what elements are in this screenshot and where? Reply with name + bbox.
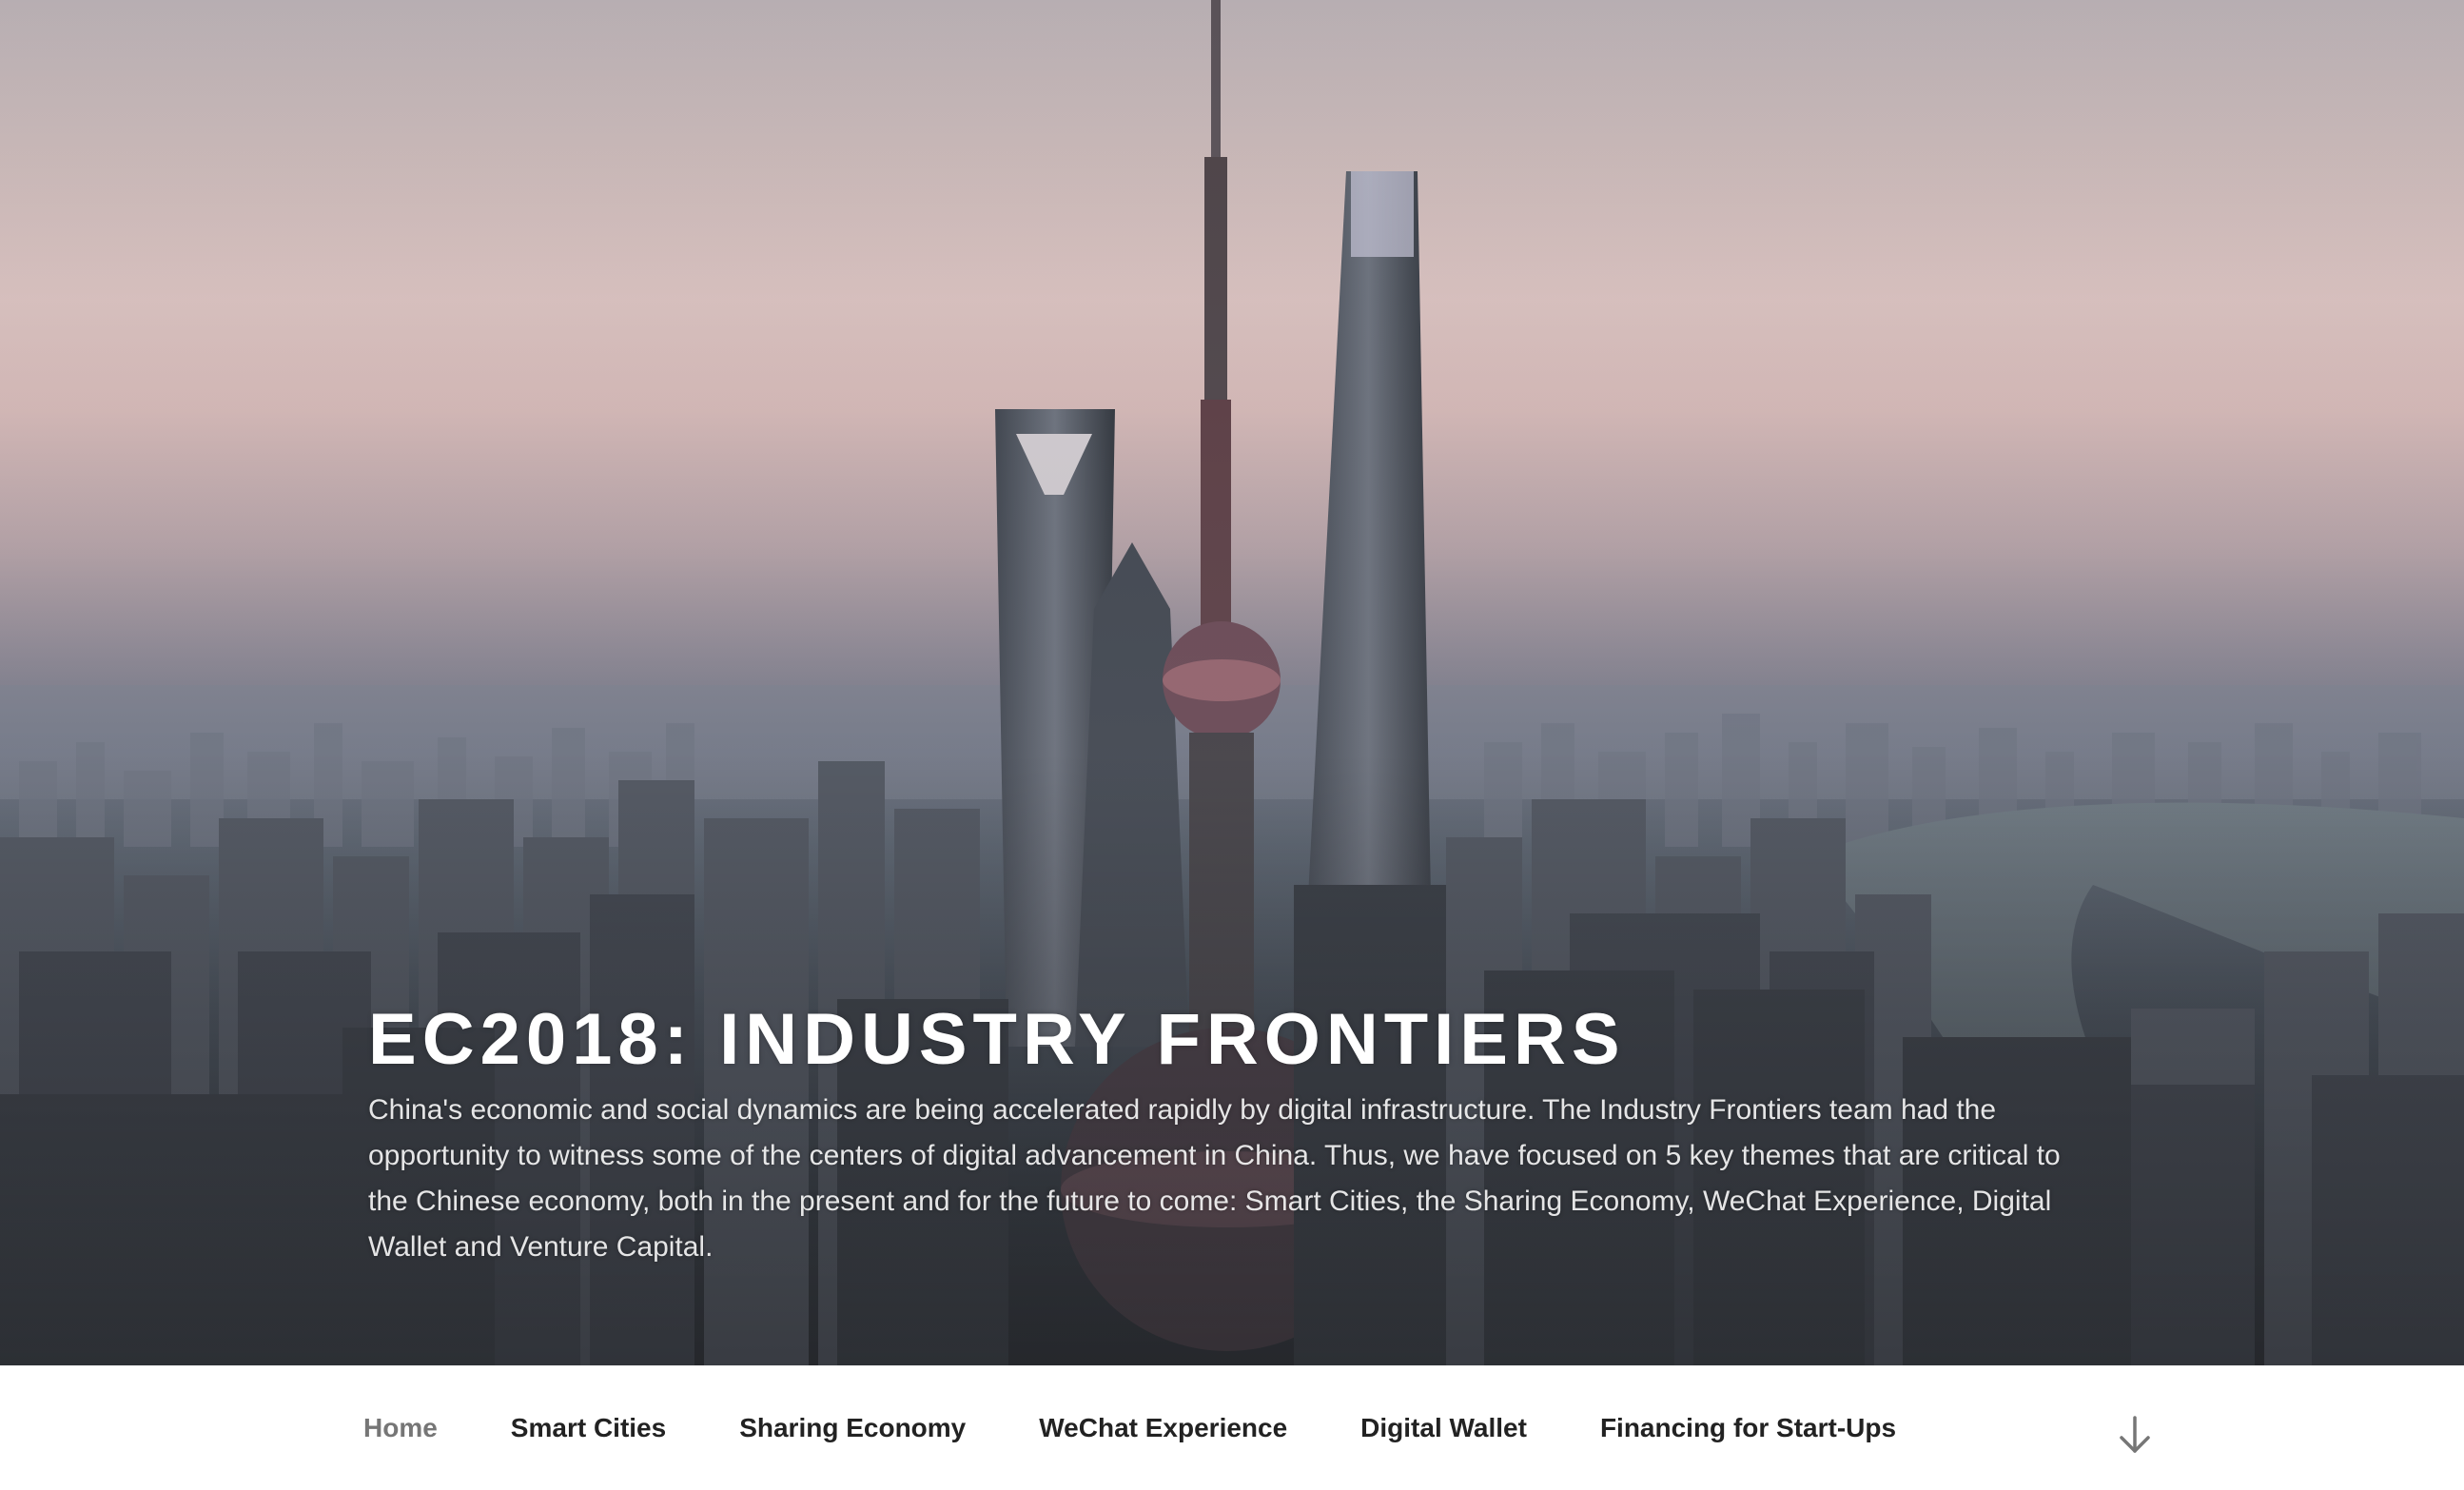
nav-item-financing-for-start-ups[interactable]: Financing for Start-Ups xyxy=(1600,1413,1896,1443)
site-description: China's economic and social dynamics are… xyxy=(368,1094,2061,1263)
nav-item-sharing-economy[interactable]: Sharing Economy xyxy=(739,1413,966,1443)
nav-item-wechat-experience[interactable]: WeChat Experience xyxy=(1039,1413,1287,1443)
nav-item-digital-wallet[interactable]: Digital Wallet xyxy=(1360,1413,1527,1443)
site-branding: EC2018: INDUSTRY FRONTIERS China's econo… xyxy=(368,1004,2100,1270)
site-title[interactable]: EC2018: INDUSTRY FRONTIERS xyxy=(368,1004,2100,1076)
nav-menu: Home Smart Cities Sharing Economy WeChat… xyxy=(363,1366,1969,1490)
header-image: EC2018: INDUSTRY FRONTIERS China's econo… xyxy=(0,0,2464,1365)
nav-item-home[interactable]: Home xyxy=(363,1413,438,1443)
arrow-down-icon[interactable] xyxy=(2116,1415,2154,1455)
nav-item-smart-cities[interactable]: Smart Cities xyxy=(511,1413,666,1443)
main-navigation: Home Smart Cities Sharing Economy WeChat… xyxy=(0,1365,2464,1489)
